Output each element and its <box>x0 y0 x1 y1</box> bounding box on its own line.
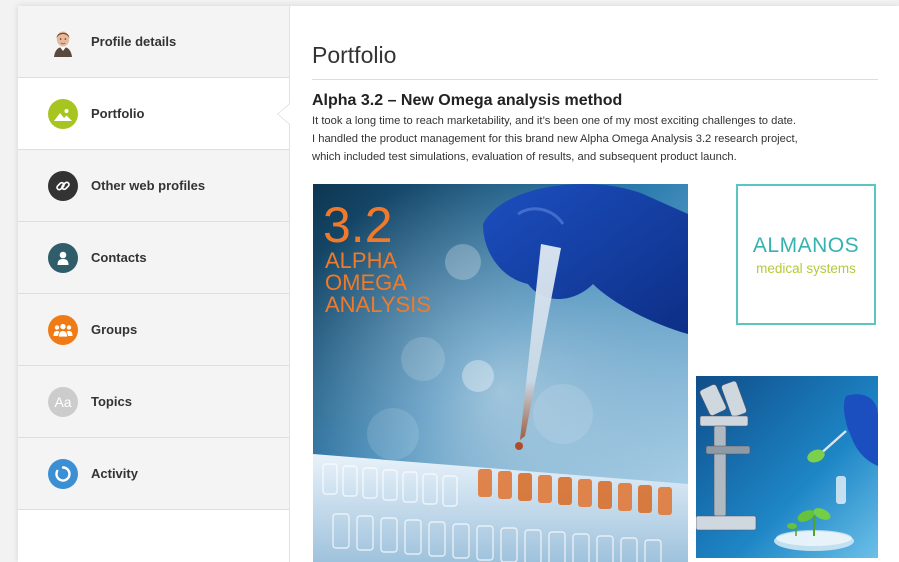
sidebar-spacer <box>18 510 289 560</box>
profile-card: Profile details Portfolio Other web prof… <box>18 6 899 562</box>
person-icon <box>48 242 78 273</box>
portfolio-panel: Portfolio Alpha 3.2 – New Omega analysis… <box>290 6 899 562</box>
poster-line: ANALYSIS <box>325 292 431 317</box>
portfolio-item-description: It took a long time to reach marketabili… <box>312 112 882 166</box>
divider <box>312 79 878 80</box>
sidebar-item-contacts[interactable]: Contacts <box>18 222 289 294</box>
topics-icon-glyph: Aa <box>54 393 72 410</box>
topics-icon: Aa <box>48 386 78 417</box>
logo-name: ALMANOS <box>752 233 860 257</box>
poster-version: 3.2 <box>323 197 393 253</box>
sidebar-item-label: Contacts <box>91 250 147 265</box>
sidebar-item-label: Other web profiles <box>91 178 206 193</box>
sidebar-item-other-web-profiles[interactable]: Other web profiles <box>18 150 289 222</box>
page-title: Portfolio <box>312 42 397 68</box>
description-line: which included test simulations, evaluat… <box>312 151 737 163</box>
link-icon <box>48 170 78 201</box>
sidebar-item-label: Portfolio <box>91 106 145 121</box>
sidebar-item-topics[interactable]: Aa Topics <box>18 366 289 438</box>
description-line: I handled the product management for thi… <box>312 133 798 145</box>
sidebar-item-groups[interactable]: Groups <box>18 294 289 366</box>
sidebar-item-label: Groups <box>91 322 138 337</box>
image-icon <box>48 98 78 129</box>
portfolio-image-almanos-logo[interactable]: ALMANOS medical systems <box>736 184 876 325</box>
sidebar-item-label: Profile details <box>91 34 177 49</box>
group-icon <box>48 314 78 345</box>
portfolio-image-alpha-omega[interactable]: 3.2 ALPHA OMEGA ANALYSIS <box>313 184 688 562</box>
sidebar-item-portfolio[interactable]: Portfolio <box>18 78 290 150</box>
sidebar-item-profile-details[interactable]: Profile details <box>18 6 289 78</box>
description-line: It took a long time to reach marketabili… <box>312 115 797 127</box>
portfolio-item-title: Alpha 3.2 – New Omega analysis method <box>312 92 623 109</box>
portfolio-image-lab[interactable] <box>696 376 878 558</box>
sidebar-item-label: Activity <box>91 466 138 481</box>
logo-subtitle: medical systems <box>756 260 856 276</box>
lab-photo-graphic <box>696 376 878 558</box>
activity-icon <box>48 458 78 489</box>
sidebar-item-label: Topics <box>91 394 132 409</box>
avatar <box>48 26 78 57</box>
sidebar-item-activity[interactable]: Activity <box>18 438 289 510</box>
lab-poster-graphic: 3.2 ALPHA OMEGA ANALYSIS <box>313 184 688 562</box>
sidebar: Profile details Portfolio Other web prof… <box>18 6 290 562</box>
